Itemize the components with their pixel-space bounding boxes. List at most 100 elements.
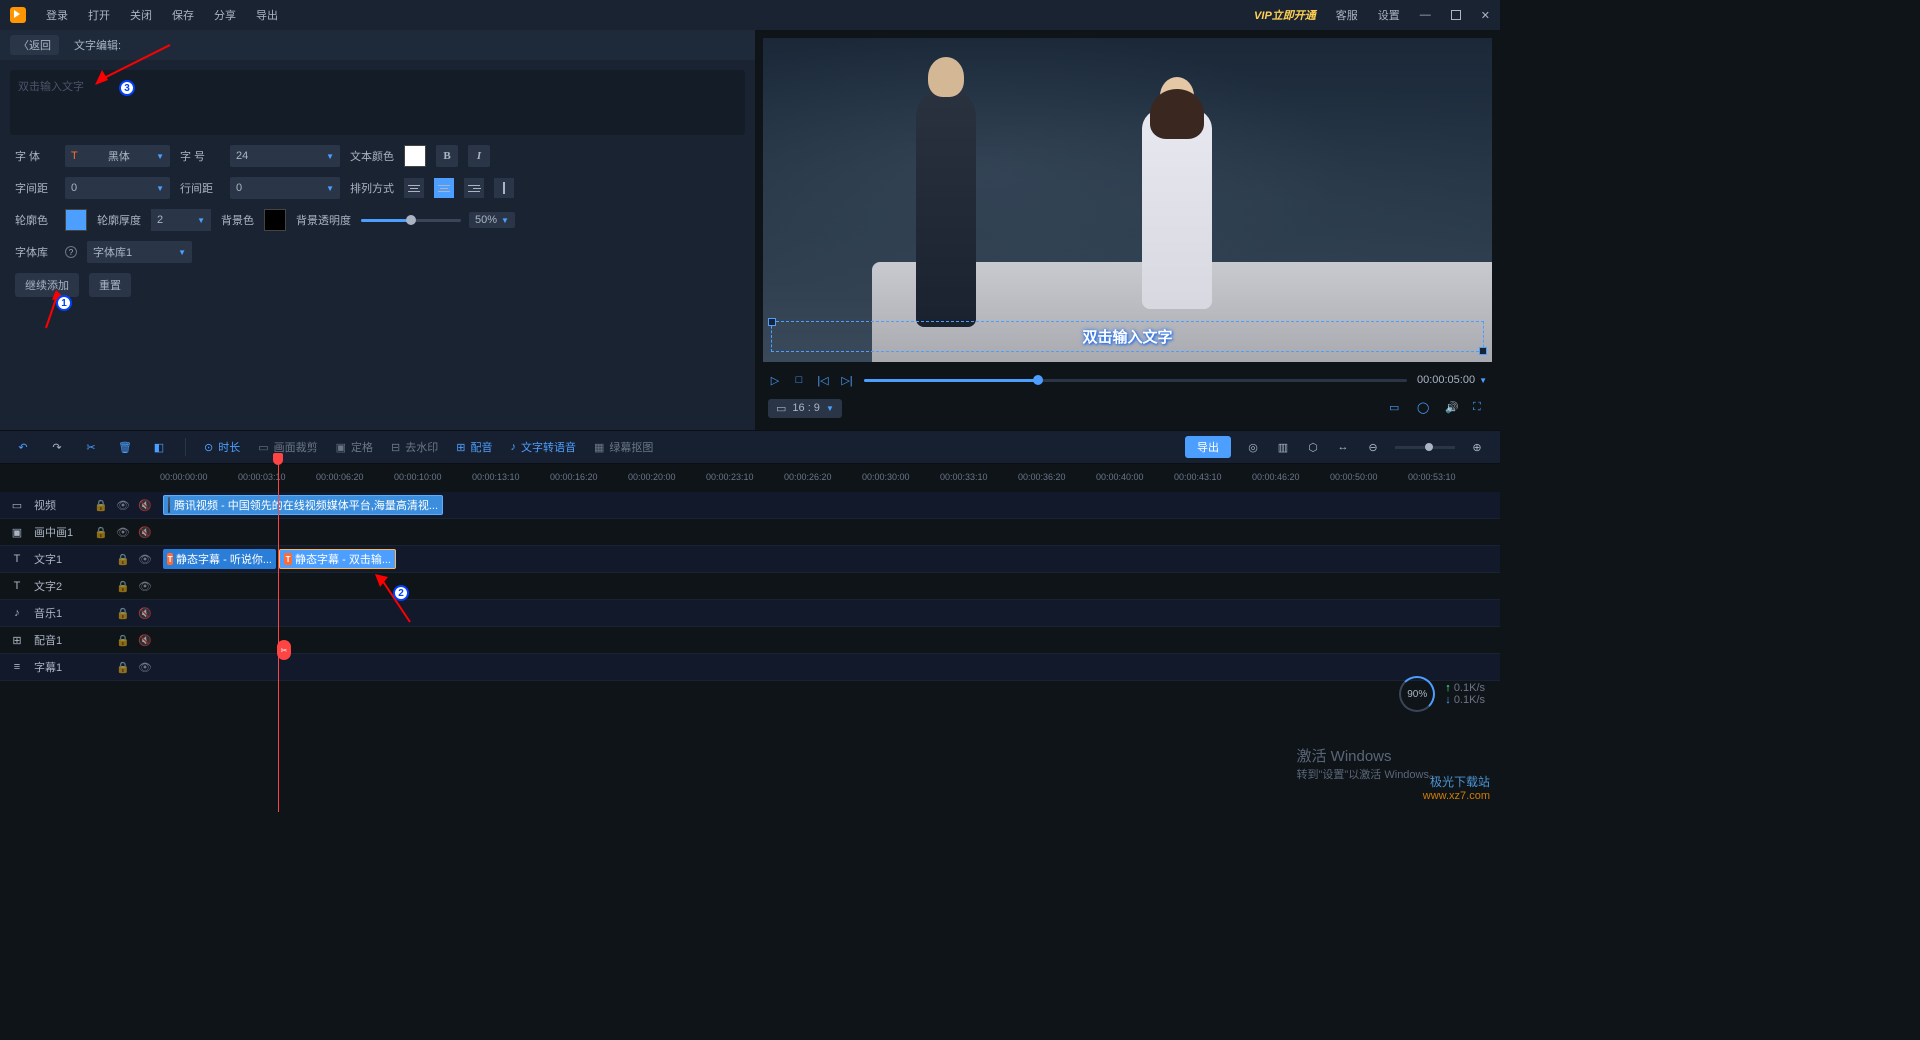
cast-icon[interactable]: ▭ [1389, 401, 1403, 415]
undo-icon[interactable]: ↶ [15, 439, 31, 455]
app-logo-icon [10, 7, 26, 23]
pip-track-icon: ▣ [10, 525, 24, 539]
tool-icon-1[interactable]: ◎ [1245, 439, 1261, 455]
dub-tool[interactable]: ⊞配音 [456, 439, 492, 455]
eye-icon[interactable]: 👁 [138, 661, 150, 673]
time-ruler[interactable]: 00:00:00:0000:00:03:1000:00:06:2000:00:1… [0, 472, 1500, 492]
arrow-2 [370, 572, 420, 632]
bold-button[interactable]: B [436, 145, 458, 167]
next-frame-button[interactable]: ▷| [840, 373, 854, 387]
open-menu[interactable]: 打开 [88, 7, 110, 23]
tool-icon-4[interactable]: ↔ [1335, 439, 1351, 455]
fullscreen-icon[interactable]: ⛶ [1473, 401, 1487, 415]
playhead[interactable] [278, 453, 279, 812]
text-clip-2[interactable]: T静态字幕 - 双击输... [279, 549, 396, 569]
font-select[interactable]: T黑体▼ [65, 145, 170, 167]
eye-icon[interactable]: 👁 [116, 526, 128, 538]
greenscreen-tool[interactable]: ▦绿幕抠图 [594, 439, 653, 455]
eye-icon[interactable]: 👁 [116, 499, 128, 511]
align-vertical-button[interactable] [494, 178, 514, 198]
vip-link[interactable]: VIP立即开通 [1254, 7, 1316, 23]
redo-icon[interactable]: ↷ [49, 439, 65, 455]
close-menu[interactable]: 关闭 [130, 7, 152, 23]
zoom-slider[interactable] [1395, 446, 1455, 449]
video-clip[interactable]: 腾讯视频 - 中国领先的在线视频媒体平台,海量高清视... [163, 495, 443, 515]
font-label: 字 体 [15, 148, 55, 164]
site-watermark: 极光下载站 www.xz7.com [1423, 773, 1490, 802]
tool-icon-3[interactable]: ⬡ [1305, 439, 1321, 455]
lock-icon[interactable]: 🔒 [94, 526, 106, 538]
aspect-ratio-select[interactable]: ▭16 : 9▼ [768, 399, 842, 418]
play-button[interactable]: ▷ [768, 373, 782, 387]
settings-menu[interactable]: 设置 [1378, 7, 1400, 23]
bg-opacity-slider[interactable] [361, 219, 461, 222]
text-clip-1[interactable]: T静态字幕 - 听说你... [163, 549, 276, 569]
share-menu[interactable]: 分享 [214, 7, 236, 23]
size-select[interactable]: 24▼ [230, 145, 340, 167]
pip-track: ▣画中画1🔒👁🔇 [0, 519, 1500, 546]
back-button[interactable]: 〈返回 [10, 35, 59, 55]
prev-frame-button[interactable]: |◁ [816, 373, 830, 387]
mute-icon[interactable]: 🔇 [138, 499, 150, 511]
mute-icon[interactable]: 🔇 [138, 634, 150, 646]
reset-button[interactable]: 重置 [89, 273, 131, 297]
top-menu-bar: 登录 打开 关闭 保存 分享 导出 VIP立即开通 客服 设置 — ✕ [0, 0, 1500, 30]
login-menu[interactable]: 登录 [46, 7, 68, 23]
zoom-in-icon[interactable]: ⊕ [1469, 439, 1485, 455]
eye-icon[interactable]: 👁 [138, 553, 150, 565]
minimize-icon[interactable]: — [1420, 9, 1431, 21]
stop-button[interactable]: □ [792, 373, 806, 387]
align-left-button[interactable] [404, 178, 424, 198]
cut-icon[interactable]: ✂ [83, 439, 99, 455]
lock-icon[interactable]: 🔒 [116, 553, 128, 565]
mute-icon[interactable]: 🔇 [138, 526, 150, 538]
service-menu[interactable]: 客服 [1336, 7, 1358, 23]
line-spacing-input[interactable]: 0▼ [230, 177, 340, 199]
tts-tool[interactable]: ♪文字转语音 [510, 439, 576, 455]
text-color-label: 文本颜色 [350, 148, 394, 164]
text-edit-panel: 〈返回 文字编辑: 双击输入文字 字 体 T黑体▼ 字 号 24▼ 文本颜色 B… [0, 30, 755, 430]
cut-marker-icon[interactable]: ✂ [277, 640, 291, 660]
letter-spacing-input[interactable]: 0▼ [65, 177, 170, 199]
time-display: 00:00:05:00▼ [1417, 374, 1487, 386]
save-menu[interactable]: 保存 [172, 7, 194, 23]
progress-bar[interactable] [864, 379, 1407, 382]
bg-opacity-value[interactable]: 50%▼ [469, 212, 515, 228]
crop-tool[interactable]: ▭画面裁剪 [258, 439, 317, 455]
video-preview[interactable]: 双击输入文字 [763, 38, 1492, 362]
volume-icon[interactable]: 🔊 [1445, 401, 1459, 415]
align-center-button[interactable] [434, 178, 454, 198]
outline-width-input[interactable]: 2▼ [151, 209, 211, 231]
font-lib-select[interactable]: 字体库1▼ [87, 241, 192, 263]
tool-icon-2[interactable]: ▥ [1275, 439, 1291, 455]
export-button[interactable]: 导出 [1185, 436, 1231, 458]
lock-icon[interactable]: 🔒 [94, 499, 106, 511]
letter-spacing-label: 字间距 [15, 180, 55, 196]
help-icon[interactable]: ? [65, 246, 77, 258]
mute-icon[interactable]: 🔇 [138, 607, 150, 619]
snapshot-icon[interactable]: ◯ [1417, 401, 1431, 415]
crop-tool-icon[interactable]: ◧ [151, 439, 167, 455]
bg-opacity-label: 背景透明度 [296, 212, 351, 228]
bg-color-swatch[interactable] [264, 209, 286, 231]
align-right-button[interactable] [464, 178, 484, 198]
zoom-out-icon[interactable]: ⊖ [1365, 439, 1381, 455]
lock-icon[interactable]: 🔒 [116, 634, 128, 646]
align-label: 排列方式 [350, 180, 394, 196]
lock-icon[interactable]: 🔒 [116, 580, 128, 592]
outline-color-swatch[interactable] [65, 209, 87, 231]
lock-icon[interactable]: 🔒 [116, 607, 128, 619]
text-overlay[interactable]: 双击输入文字 [771, 321, 1484, 352]
duration-tool[interactable]: ⊙时长 [204, 439, 240, 455]
lock-icon[interactable]: 🔒 [116, 661, 128, 673]
text-color-swatch[interactable] [404, 145, 426, 167]
delete-icon[interactable]: 🗑 [117, 439, 133, 455]
freeze-tool[interactable]: ▣定格 [336, 439, 373, 455]
eye-icon[interactable]: 👁 [138, 580, 150, 592]
watermark-tool[interactable]: ⊟去水印 [391, 439, 438, 455]
maximize-icon[interactable] [1451, 10, 1461, 20]
close-window-icon[interactable]: ✕ [1481, 9, 1490, 22]
export-menu[interactable]: 导出 [256, 7, 278, 23]
italic-button[interactable]: I [468, 145, 490, 167]
video-track-icon: ▭ [10, 498, 24, 512]
